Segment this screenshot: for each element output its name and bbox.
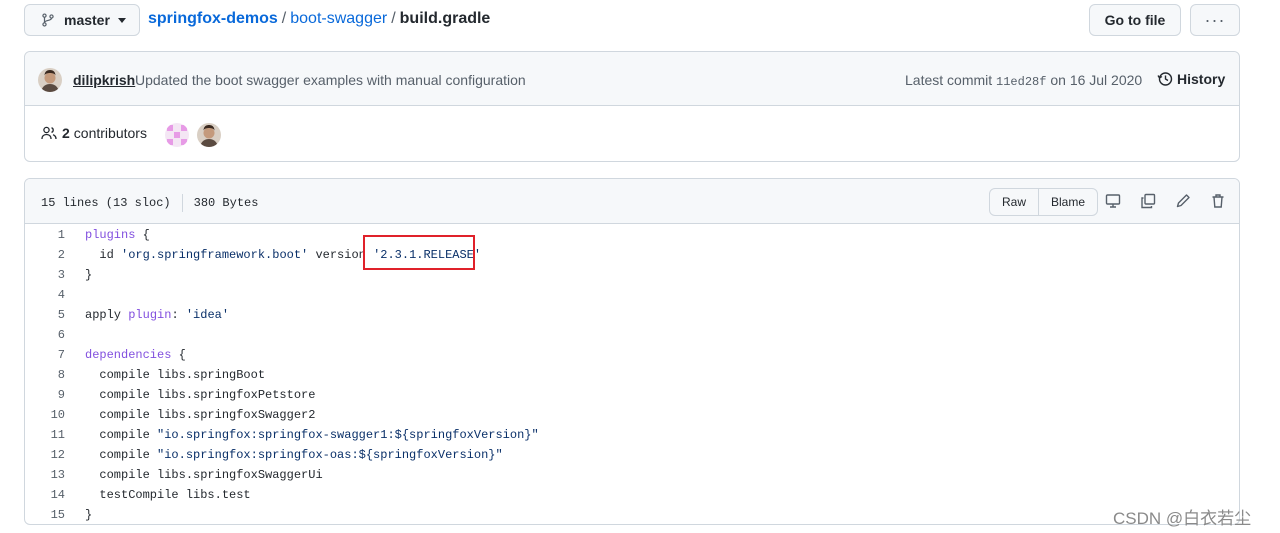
line-number[interactable]: 5: [25, 305, 65, 325]
branch-selector-button[interactable]: master: [24, 4, 140, 36]
line-number[interactable]: 13: [25, 465, 65, 485]
contributors-count: 2: [62, 125, 70, 141]
contributor-avatar[interactable]: [197, 123, 221, 147]
highlight-box: [363, 235, 475, 270]
breadcrumb-separator: /: [281, 10, 287, 27]
line-number[interactable]: 12: [25, 445, 65, 465]
watermark: CSDN @白衣若尘: [1113, 509, 1252, 528]
contributors-link[interactable]: 2 contributors: [41, 125, 147, 141]
breadcrumb-repo-link[interactable]: springfox-demos: [148, 10, 278, 28]
contributors-row: 2 contributors: [25, 106, 1239, 162]
line-content: [65, 285, 85, 305]
contributors-label: contributors: [73, 125, 147, 141]
line-number[interactable]: 1: [25, 225, 65, 245]
history-icon: [1157, 72, 1173, 86]
latest-commit-info: Latest commit 11ed28f on 16 Jul 2020: [905, 72, 1142, 89]
people-icon: [41, 126, 57, 140]
more-options-button[interactable]: ···: [1190, 4, 1240, 36]
line-content: apply plugin: 'idea': [85, 308, 230, 322]
file-actions-button-group: Raw Blame: [989, 188, 1099, 216]
trash-icon[interactable]: [1210, 193, 1226, 209]
line-number[interactable]: 10: [25, 405, 65, 425]
commit-sha-link[interactable]: 11ed28f: [996, 75, 1046, 89]
line-number[interactable]: 3: [25, 265, 65, 285]
line-number[interactable]: 9: [25, 385, 65, 405]
blame-button[interactable]: Blame: [1038, 189, 1097, 215]
code-line: 1 plugins {: [25, 225, 1239, 245]
go-to-file-button[interactable]: Go to file: [1089, 4, 1181, 36]
commit-message[interactable]: Updated the boot swagger examples with m…: [135, 72, 526, 88]
line-content: compile libs.springBoot: [85, 368, 266, 382]
file-navigation: master springfox-demos / boot-swagger / …: [24, 4, 1240, 36]
line-content: }: [85, 268, 93, 282]
line-number[interactable]: 8: [25, 365, 65, 385]
code-line: 10 compile libs.springfoxSwagger2: [25, 405, 1239, 425]
code-line: 9 compile libs.springfoxPetstore: [25, 385, 1239, 405]
line-content: compile libs.springfoxSwagger2: [85, 408, 316, 422]
breadcrumb-separator: /: [391, 10, 396, 27]
line-content: [65, 325, 85, 345]
line-content: compile libs.springfoxSwaggerUi: [85, 468, 323, 482]
commit-date-prefix: on: [1050, 72, 1066, 88]
history-label: History: [1177, 71, 1226, 87]
code-line: 6: [25, 325, 1239, 345]
line-number[interactable]: 14: [25, 485, 65, 505]
code-line: 14 testCompile libs.test: [25, 485, 1239, 505]
git-branch-icon: [42, 13, 54, 27]
chevron-down-icon: [117, 17, 126, 23]
desktop-icon[interactable]: [1105, 193, 1121, 209]
branch-name: master: [64, 12, 110, 28]
code-line: 3}: [25, 265, 1239, 285]
copy-icon[interactable]: [1140, 193, 1156, 209]
line-number[interactable]: 11: [25, 425, 65, 445]
breadcrumb-folder-link[interactable]: boot-swagger: [290, 10, 387, 28]
line-number[interactable]: 7: [25, 345, 65, 365]
breadcrumb: springfox-demos / boot-swagger / build.g…: [148, 10, 490, 28]
code-line: 11 compile "io.springfox:springfox-swagg…: [25, 425, 1239, 445]
code-line: 4: [25, 285, 1239, 305]
file-header: 15 lines (13 sloc) 380 Bytes Raw Blame: [25, 179, 1239, 224]
file-lines-info: 15 lines (13 sloc): [41, 196, 171, 210]
file-viewer: 15 lines (13 sloc) 380 Bytes Raw Blame 1…: [24, 178, 1240, 525]
history-link[interactable]: History: [1157, 71, 1225, 87]
line-number[interactable]: 2: [25, 245, 65, 265]
line-content: compile libs.springfoxPetstore: [85, 388, 316, 402]
commit-date: 16 Jul 2020: [1069, 72, 1143, 88]
contributor-avatar[interactable]: [165, 123, 189, 147]
divider: [181, 194, 183, 212]
code-line: 5 apply plugin: 'idea': [25, 305, 1239, 325]
commit-author-link[interactable]: dilipkrish: [73, 72, 135, 88]
code-line: 13 compile libs.springfoxSwaggerUi: [25, 465, 1239, 485]
line-content: testCompile libs.test: [85, 488, 251, 502]
line-number[interactable]: 4: [25, 285, 65, 305]
author-avatar[interactable]: [38, 68, 62, 92]
breadcrumb-file-name: build.gradle: [399, 10, 491, 27]
pencil-icon[interactable]: [1175, 193, 1191, 209]
code-line: 7 dependencies {: [25, 345, 1239, 365]
file-size: 380 Bytes: [193, 196, 259, 210]
file-info: 15 lines (13 sloc) 380 Bytes: [41, 194, 258, 212]
code-view: 1 plugins { 2 id 'org.springframework.boot…: [25, 225, 1239, 524]
code-line: 8 compile libs.springBoot: [25, 365, 1239, 385]
latest-commit-label: Latest commit: [905, 72, 993, 88]
line-content: dependencies {: [85, 348, 186, 362]
latest-commit-box: dilipkrish Updated the boot swagger exam…: [24, 51, 1240, 162]
raw-button[interactable]: Raw: [990, 189, 1038, 215]
line-number[interactable]: 15: [25, 505, 65, 524]
line-content: plugins {: [85, 228, 150, 242]
line-content: compile "io.springfox:springfox-swagger1…: [85, 428, 539, 442]
line-content: compile "io.springfox:springfox-oas:${sp…: [85, 448, 503, 462]
commit-row: dilipkrish Updated the boot swagger exam…: [25, 52, 1239, 106]
code-line: 15}: [25, 505, 1239, 524]
line-number[interactable]: 6: [25, 325, 65, 345]
code-line: 12 compile "io.springfox:springfox-oas:$…: [25, 445, 1239, 465]
line-content: }: [85, 508, 93, 522]
code-line: 2 id 'org.springframework.boot' version …: [25, 245, 1239, 265]
